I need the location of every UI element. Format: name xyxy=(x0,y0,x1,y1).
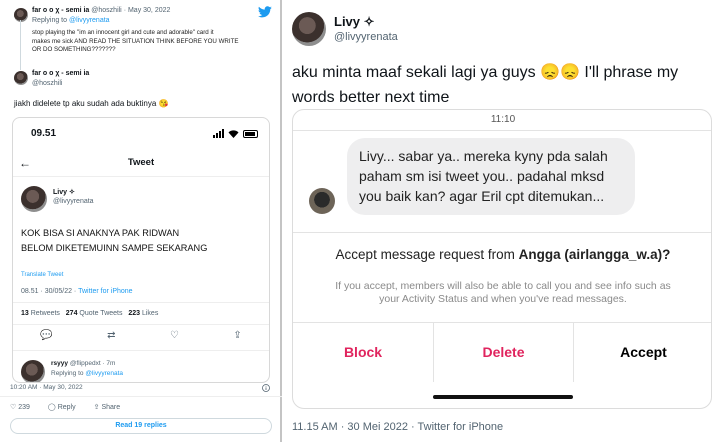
reply-user-name[interactable]: rsyyy xyxy=(51,360,68,367)
left-screenshot-panel: far o o χ - semi ia @hoszhili · May 30, … xyxy=(0,0,282,442)
reply-text-line: OR DO SOMETHING??????? xyxy=(32,46,116,53)
phone-user-name[interactable]: Livy ✧ xyxy=(53,188,75,196)
tweet-meta: 11.15 AM · 30 Mei 2022 · Twitter for iPh… xyxy=(292,421,504,433)
block-button[interactable]: Block xyxy=(293,322,433,382)
like-count: 239 xyxy=(18,404,30,411)
like-button[interactable]: ♡ 239 xyxy=(10,403,30,411)
reply-to-link[interactable]: @livyyrenata xyxy=(85,370,123,377)
comment-icon: ◯ xyxy=(47,404,56,411)
likes-count: 223 xyxy=(128,310,141,317)
author-handle[interactable]: @livyyrenata xyxy=(334,31,398,43)
avatar[interactable] xyxy=(14,8,28,22)
avatar[interactable] xyxy=(21,360,45,382)
request-user[interactable]: Angga (airlangga_w.a)? xyxy=(519,247,671,262)
retweets-count: 13 xyxy=(21,310,29,317)
likes-label[interactable]: Likes xyxy=(142,310,158,317)
request-prefix: Accept message request from xyxy=(335,247,515,262)
delete-button[interactable]: Delete xyxy=(434,322,573,382)
read-replies-label: Read 19 replies xyxy=(115,422,167,429)
reply-text-line: makes me sick AND READ THE SITUATION THI… xyxy=(32,37,239,45)
reply-prefix: Replying to xyxy=(51,370,84,377)
tweet-timestamp: 10:20 AM · May 30, 2022 xyxy=(10,384,83,391)
replying-to-link[interactable]: @livyyrenata xyxy=(69,17,110,24)
thread-line xyxy=(20,20,21,70)
tweet-text-line: words better next time xyxy=(292,89,450,106)
message-line: you baik kan? agar Eril cpt ditemukan... xyxy=(359,188,605,204)
quotes-count: 274 xyxy=(65,310,78,317)
author-name[interactable]: far o o χ - semi ia xyxy=(32,70,89,77)
avatar[interactable] xyxy=(14,71,28,85)
upload-icon: ⇪ xyxy=(93,404,100,411)
translate-link[interactable]: Translate Tweet xyxy=(21,272,63,278)
replying-to-prefix: Replying to xyxy=(32,17,68,24)
author-name[interactable]: Livy ✧ xyxy=(334,14,375,30)
reply-text-line: stop playing the "im an innocent girl an… xyxy=(32,29,214,36)
message-bubble: Livy... sabar ya.. mereka kyny pda salah… xyxy=(347,138,635,215)
reply-author-handle[interactable]: @hoszhili xyxy=(91,7,121,14)
info-icon[interactable] xyxy=(262,384,270,392)
phone-user-handle[interactable]: @livyyrenata xyxy=(53,198,94,205)
main-tweet-text: jiakh didelete tp aku sudah ada buktinya xyxy=(14,99,157,108)
reply-date: May 30, 2022 xyxy=(127,7,171,14)
avatar[interactable] xyxy=(21,186,47,212)
reply-author-name[interactable]: far o o χ - semi ia xyxy=(32,7,89,14)
wifi-icon xyxy=(228,130,239,138)
phone-tweet-line: BELOM DIKETEMUINN SAMPE SEKARANG xyxy=(21,243,208,253)
message-line: Livy... sabar ya.. mereka kyny pda salah xyxy=(359,148,608,164)
phone-timestamp: 08.51 · 30/05/22 · xyxy=(21,288,77,295)
share-label: Share xyxy=(101,404,121,411)
twitter-bird-icon xyxy=(258,6,272,18)
read-replies-button[interactable]: Read 19 replies xyxy=(10,418,272,434)
battery-icon xyxy=(243,130,258,138)
avatar[interactable] xyxy=(309,188,335,214)
request-info-line: your Activity Status and when you've rea… xyxy=(379,293,627,305)
retweet-icon[interactable]: ⇄ xyxy=(107,330,115,341)
signal-icon xyxy=(213,129,224,138)
share-icon[interactable]: ⇪ xyxy=(233,330,241,341)
like-icon[interactable]: ♡ xyxy=(170,330,179,341)
reply-user-handle: @flippedxt · 7m xyxy=(69,360,116,367)
avatar[interactable] xyxy=(292,12,326,46)
phone-tweet-line: KOK BISA SI ANAKNYA PAK RIDWAN xyxy=(21,228,180,238)
embedded-phone-screenshot: 09.51 ← Tweet Livy ✧ @livyyrenata KOK BI… xyxy=(12,117,270,383)
source-link[interactable]: Twitter for iPhone xyxy=(78,288,132,295)
reply-label: Reply xyxy=(57,404,76,411)
request-info-line: If you accept, members will also be able… xyxy=(335,280,671,292)
accept-button[interactable]: Accept xyxy=(574,322,711,382)
heart-icon: ♡ xyxy=(10,404,17,411)
retweets-label[interactable]: Retweets xyxy=(31,310,60,317)
right-screenshot-panel: Livy ✧ @livyyrenata aku minta maaf sekal… xyxy=(284,0,720,442)
kiss-emoji-icon: 😘 xyxy=(158,99,169,108)
quotes-label[interactable]: Quote Tweets xyxy=(79,310,122,317)
status-time: 09.51 xyxy=(31,128,57,139)
dm-screenshot: 11:10 Livy... sabar ya.. mereka kyny pda… xyxy=(292,109,712,409)
dm-time: 11:10 xyxy=(490,114,516,125)
share-button[interactable]: ⇪ Share xyxy=(94,403,121,411)
author-handle[interactable]: @hoszhili xyxy=(32,80,62,87)
message-line: paham sm isi tweet you.. padahal mksd xyxy=(359,168,605,184)
reply-icon[interactable]: 💬 xyxy=(40,330,52,341)
tweet-text-line: aku minta maaf sekali lagi ya guys 😞😞 I'… xyxy=(292,64,679,81)
header-title: Tweet xyxy=(127,157,155,168)
reply-button[interactable]: ◯ Reply xyxy=(48,403,76,411)
home-indicator xyxy=(433,395,573,399)
